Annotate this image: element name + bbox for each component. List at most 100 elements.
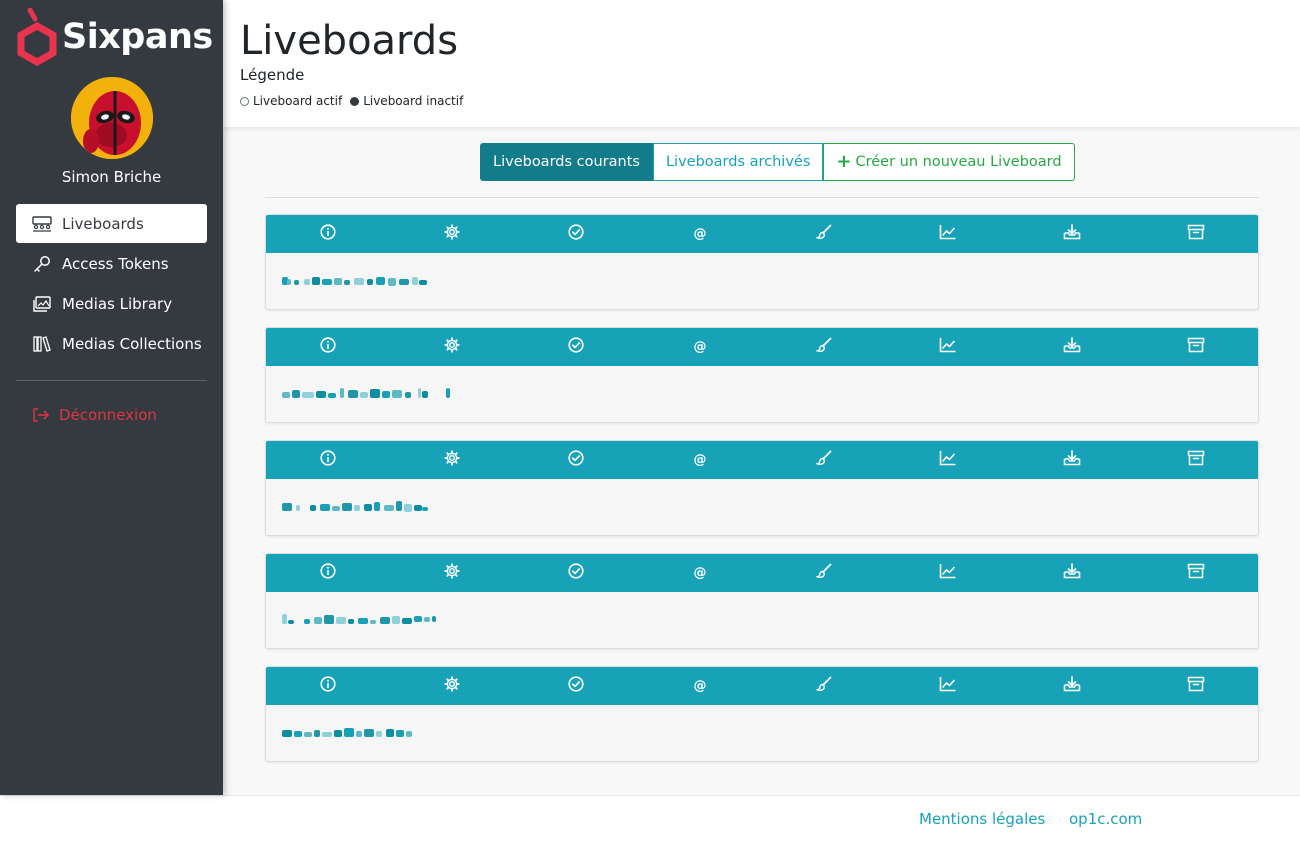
info-icon — [320, 337, 336, 357]
brush-button[interactable] — [762, 441, 886, 479]
legend-inactive-label: Liveboard inactif — [363, 94, 464, 108]
archive-button[interactable] — [1134, 554, 1258, 592]
brush-button[interactable] — [762, 554, 886, 592]
check-circle-button[interactable] — [514, 441, 638, 479]
brush-button[interactable] — [762, 215, 886, 253]
check-circle-button[interactable] — [514, 215, 638, 253]
info-button[interactable] — [266, 328, 390, 366]
liveboard-action-bar: @ — [266, 554, 1258, 592]
at-sign-button[interactable]: @ — [638, 667, 762, 705]
info-button[interactable] — [266, 554, 390, 592]
download-button[interactable] — [1010, 554, 1134, 592]
at-sign-button[interactable]: @ — [638, 554, 762, 592]
settings-gear-icon — [444, 676, 460, 696]
at-sign-icon: @ — [693, 225, 707, 244]
check-circle-button[interactable] — [514, 554, 638, 592]
legend-title: Légende — [240, 66, 305, 84]
liveboard-card-body[interactable] — [266, 253, 1258, 309]
download-icon — [1063, 224, 1081, 244]
settings-gear-icon — [444, 224, 460, 244]
archive-button[interactable] — [1134, 328, 1258, 366]
liveboard-action-bar: @ — [266, 441, 1258, 479]
at-sign-icon: @ — [693, 338, 707, 357]
svg-text:@: @ — [694, 452, 707, 466]
check-circle-icon — [568, 224, 584, 244]
chart-line-button[interactable] — [886, 554, 1010, 592]
settings-gear-button[interactable] — [390, 554, 514, 592]
brush-icon — [815, 450, 832, 470]
settings-gear-icon — [444, 563, 460, 583]
chart-line-icon — [939, 563, 957, 583]
sidebar: Sixpans Simon Briche Liveboards Access T… — [0, 0, 223, 795]
sidebar-item-label: Liveboards — [62, 214, 144, 233]
check-circle-button[interactable] — [514, 667, 638, 705]
books-icon — [32, 334, 52, 354]
brush-button[interactable] — [762, 328, 886, 366]
at-sign-button[interactable]: @ — [638, 328, 762, 366]
download-button[interactable] — [1010, 328, 1134, 366]
download-icon — [1063, 563, 1081, 583]
check-circle-button[interactable] — [514, 328, 638, 366]
archive-button[interactable] — [1134, 667, 1258, 705]
archive-button[interactable] — [1134, 441, 1258, 479]
info-button[interactable] — [266, 441, 390, 479]
sidebar-item-medias-collections[interactable]: Medias Collections — [16, 324, 207, 363]
sixpans-hexagon-icon — [17, 8, 57, 66]
archive-icon — [1187, 563, 1205, 583]
sidebar-item-label: Access Tokens — [62, 254, 169, 273]
settings-gear-button[interactable] — [390, 215, 514, 253]
settings-gear-icon — [444, 337, 460, 357]
chart-line-button[interactable] — [886, 441, 1010, 479]
archive-button[interactable] — [1134, 215, 1258, 253]
page-header: Liveboards Légende Liveboard actif Liveb… — [223, 0, 1300, 127]
info-icon — [320, 563, 336, 583]
key-icon — [32, 254, 52, 274]
logout-button[interactable]: Déconnexion — [32, 406, 157, 424]
chart-line-button[interactable] — [886, 667, 1010, 705]
tab-archived-liveboards[interactable]: Liveboards archivés — [652, 143, 824, 181]
sidebar-divider — [16, 380, 207, 381]
info-button[interactable] — [266, 215, 390, 253]
check-circle-icon — [568, 337, 584, 357]
liveboard-card-body[interactable] — [266, 366, 1258, 422]
archive-icon — [1187, 224, 1205, 244]
at-sign-button[interactable]: @ — [638, 441, 762, 479]
settings-gear-button[interactable] — [390, 441, 514, 479]
redacted-liveboard-name — [282, 614, 436, 624]
brush-button[interactable] — [762, 667, 886, 705]
info-icon — [320, 450, 336, 470]
info-button[interactable] — [266, 667, 390, 705]
chart-line-icon — [939, 450, 957, 470]
settings-gear-button[interactable] — [390, 328, 514, 366]
liveboard-card-body[interactable] — [266, 479, 1258, 535]
liveboard-card-body[interactable] — [266, 592, 1258, 648]
sidebar-item-access-tokens[interactable]: Access Tokens — [16, 244, 207, 283]
download-button[interactable] — [1010, 215, 1134, 253]
chart-line-button[interactable] — [886, 215, 1010, 253]
avatar[interactable] — [71, 77, 153, 159]
liveboard-card: @ — [265, 440, 1259, 536]
sidebar-item-label: Medias Collections — [62, 334, 202, 353]
download-icon — [1063, 676, 1081, 696]
download-button[interactable] — [1010, 667, 1134, 705]
at-sign-icon: @ — [693, 451, 707, 470]
download-button[interactable] — [1010, 441, 1134, 479]
sidebar-item-liveboards[interactable]: Liveboards — [16, 204, 207, 243]
images-icon — [32, 294, 52, 314]
liveboard-card-body[interactable] — [266, 705, 1258, 761]
at-sign-button[interactable]: @ — [638, 215, 762, 253]
sixpans-logo[interactable]: Sixpans — [16, 8, 213, 66]
site-link[interactable]: op1c.com — [1069, 810, 1142, 828]
plus-icon: + — [836, 151, 852, 172]
legal-link[interactable]: Mentions légales — [919, 810, 1045, 828]
tab-current-liveboards[interactable]: Liveboards courants — [480, 143, 653, 181]
check-circle-icon — [568, 676, 584, 696]
download-icon — [1063, 450, 1081, 470]
chart-line-button[interactable] — [886, 328, 1010, 366]
settings-gear-button[interactable] — [390, 667, 514, 705]
brush-icon — [815, 676, 832, 696]
chart-line-icon — [939, 676, 957, 696]
create-liveboard-button[interactable]: + Créer un nouveau Liveboard — [823, 143, 1075, 181]
sidebar-item-medias-library[interactable]: Medias Library — [16, 284, 207, 323]
svg-text:@: @ — [694, 678, 707, 692]
